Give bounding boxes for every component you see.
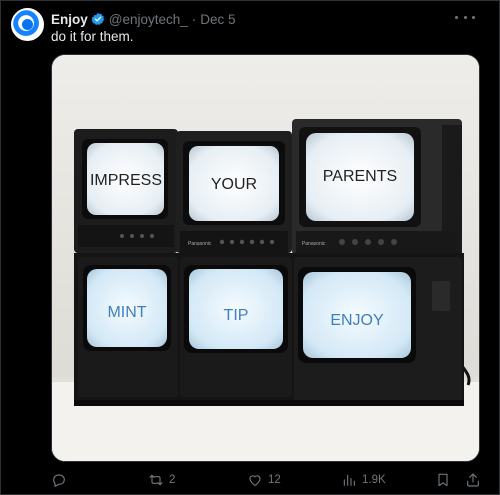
repost-button[interactable]: 2	[148, 470, 175, 490]
post-text: do it for them.	[51, 29, 134, 44]
screen-word: IMPRESS	[90, 172, 162, 189]
header-separator: ·	[191, 11, 197, 27]
screen-word: YOUR	[211, 176, 257, 193]
more-options-icon[interactable]	[455, 9, 475, 25]
author-name[interactable]: Enjoy	[51, 12, 88, 27]
tv-stack-photo: Panasonic Panasonic IMPRESS YOUR PARENTS…	[52, 55, 479, 461]
author-handle[interactable]: @enjoytech_	[109, 12, 188, 27]
like-icon	[249, 475, 261, 486]
screen-word: ENJOY	[330, 312, 384, 329]
bookmark-button[interactable]	[435, 470, 456, 490]
reply-button[interactable]	[51, 470, 72, 490]
post-date[interactable]: Dec 5	[200, 12, 235, 27]
dot	[472, 15, 475, 19]
action-bar: 2 12 1.9K	[51, 470, 481, 490]
post-card[interactable]: Enjoy @enjoytech_ · Dec 5 do it for them…	[0, 0, 500, 495]
dot	[455, 15, 458, 19]
post-media-image[interactable]: Panasonic Panasonic IMPRESS YOUR PARENTS…	[51, 54, 480, 462]
brand-label: Panasonic	[188, 241, 212, 247]
views-button[interactable]: 1.9K	[341, 470, 386, 490]
post-header: Enjoy @enjoytech_ · Dec 5	[51, 10, 236, 28]
repost-count: 2	[169, 474, 176, 486]
bookmark-icon	[438, 473, 448, 487]
avatar[interactable]	[11, 8, 44, 41]
screen-word: PARENTS	[323, 168, 397, 185]
screen-word: MINT	[107, 304, 146, 321]
like-button[interactable]: 12	[247, 470, 281, 490]
share-icon	[467, 473, 479, 487]
share-button[interactable]	[465, 470, 486, 490]
views-icon	[343, 474, 355, 486]
like-count: 12	[268, 474, 281, 486]
verified-badge-icon	[91, 12, 104, 25]
brand-label: Panasonic	[302, 241, 326, 247]
views-count: 1.9K	[362, 474, 386, 486]
repost-icon	[149, 474, 163, 486]
dot	[463, 15, 467, 19]
screen-word: TIP	[224, 307, 249, 324]
reply-icon	[53, 474, 65, 487]
